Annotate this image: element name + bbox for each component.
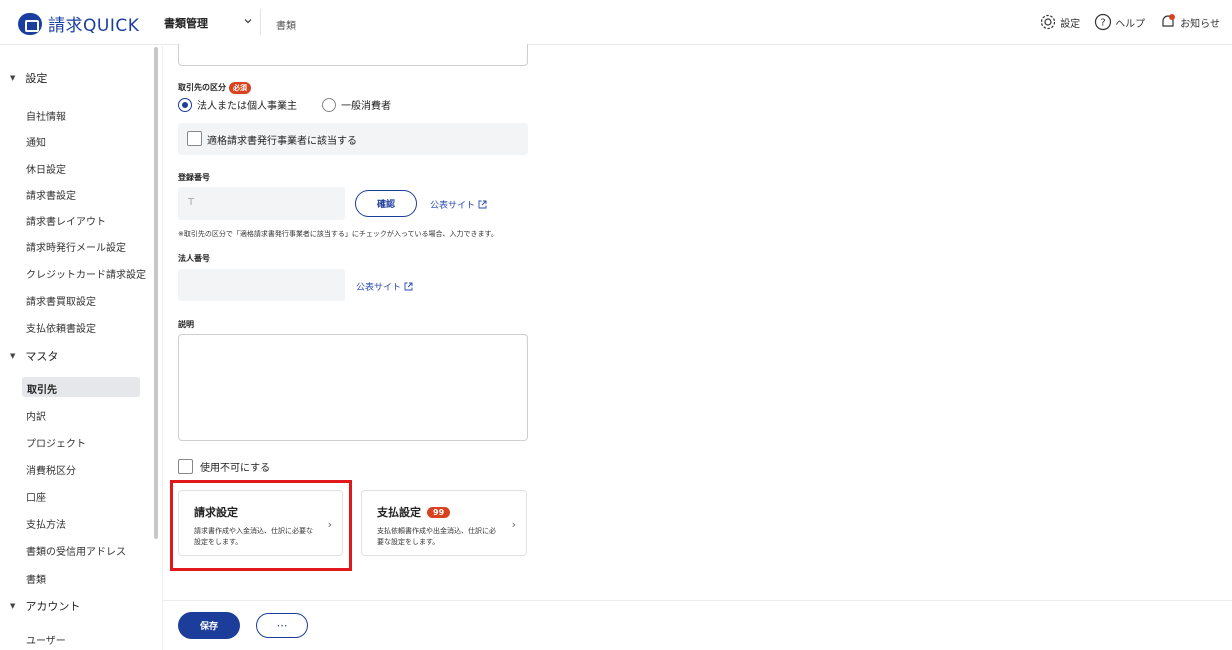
header-actions: 設定 ? ヘルプ お知らせ (1039, 13, 1220, 31)
partner-type-label-text: 取引先の区分 (178, 83, 226, 92)
header-divider (260, 9, 261, 35)
sidebar-item-documents[interactable]: 書類 (26, 571, 46, 586)
breadcrumb[interactable]: 書類 (276, 17, 296, 32)
payment-settings-badge: 99 (427, 506, 451, 518)
payment-settings-title: 支払設定 99 (377, 504, 451, 520)
sidebar-item-payment-request[interactable]: 支払依頼書設定 (26, 320, 96, 335)
sidebar-item-holidays[interactable]: 休日設定 (26, 161, 66, 176)
sidebar-item-users[interactable]: ユーザー (26, 632, 66, 647)
radio-corporate[interactable] (178, 97, 192, 112)
public-site-link-text: 公表サイト (430, 201, 476, 211)
svg-text:?: ? (1101, 18, 1106, 29)
sidebar-item-invoice-settings[interactable]: 請求書設定 (26, 187, 76, 202)
sidebar-item-invoice-email[interactable]: 請求時発行メール設定 (26, 239, 126, 254)
sidebar-section-label: マスタ (25, 350, 59, 363)
sidebar-item-accounts[interactable]: 口座 (26, 489, 46, 504)
notifications-link[interactable]: お知らせ (1159, 13, 1220, 31)
corporate-number-input[interactable] (178, 269, 345, 301)
previous-field-input[interactable] (178, 44, 528, 66)
qualified-issuer-label: 適格請求書発行事業者に該当する (207, 136, 357, 147)
sidebar-section-settings[interactable]: ▼ 設定 (10, 70, 47, 86)
sidebar-section-account[interactable]: ▼ アカウント (10, 598, 80, 614)
chevron-right-icon: › (511, 518, 516, 531)
top-bar: 請求QUICK 書類管理 書類 設定 ? ヘルプ お知らせ (0, 0, 1232, 45)
confirm-button[interactable]: 確認 (355, 190, 417, 217)
sidebar-item-receive-address[interactable]: 書類の受信用アドレス (26, 543, 126, 558)
disable-option: 使用不可にする (178, 459, 270, 474)
registration-number-label: 登録番号 (178, 173, 210, 182)
required-badge: 必須 (229, 82, 251, 94)
public-site-link[interactable]: 公表サイト (430, 198, 487, 211)
payment-settings-title-text: 支払設定 (377, 506, 421, 519)
corporate-number-label: 法人番号 (178, 254, 210, 263)
sidebar-section-master[interactable]: ▼ マスタ (10, 348, 58, 364)
registration-number-input[interactable]: T (178, 187, 345, 220)
sidebar-item-tax-category[interactable]: 消費税区分 (26, 462, 76, 477)
bell-icon (1162, 14, 1176, 27)
radio-consumer[interactable] (322, 97, 336, 112)
help-icon: ? (1095, 13, 1112, 31)
sidebar-item-projects[interactable]: プロジェクト (26, 435, 86, 450)
sidebar-item-invoice-layout[interactable]: 請求書レイアウト (26, 213, 106, 228)
sidebar-item-payment-methods[interactable]: 支払方法 (26, 516, 66, 531)
logo-icon (18, 12, 42, 35)
collapse-triangle-icon: ▼ (10, 602, 16, 610)
payment-settings-description: 支払依頼書作成や出金消込、仕訳に必要な設定をします。 (377, 527, 496, 546)
gear-icon (1041, 14, 1056, 30)
product-menu-label: 書類管理 (164, 17, 208, 30)
external-link-icon (478, 200, 487, 209)
external-link-icon (404, 282, 413, 291)
collapse-triangle-icon: ▼ (10, 352, 16, 360)
sidebar-item-partners[interactable]: 取引先 (22, 377, 140, 397)
help-link[interactable]: ? ヘルプ (1094, 13, 1145, 31)
description-label: 説明 (178, 320, 194, 329)
chevron-down-icon (244, 19, 252, 24)
sidebar-item-notifications[interactable]: 通知 (26, 134, 46, 149)
sidebar-item-credit-card[interactable]: クレジットカード請求設定 (26, 266, 146, 281)
sidebar-section-label: 設定 (25, 72, 48, 85)
settings-label: 設定 (1060, 18, 1081, 30)
sidebar-scrollbar[interactable] (154, 47, 158, 539)
public-site-link-2-text: 公表サイト (356, 283, 402, 293)
product-menu[interactable]: 書類管理 (164, 15, 252, 31)
content-divider (162, 46, 163, 650)
qualified-issuer-box: 適格請求書発行事業者に該当する (178, 123, 528, 155)
highlight-box (170, 480, 352, 571)
qualified-issuer-checkbox[interactable] (187, 131, 202, 146)
help-label: ヘルプ (1115, 18, 1146, 30)
partner-type-radio-group: 法人または個人事業主 一般消費者 (178, 97, 391, 112)
radio-corporate-label: 法人または個人事業主 (197, 101, 297, 112)
registration-note: ※取引先の区分で「適格請求書発行事業者に該当する」にチェックが入っている場合、入… (178, 230, 498, 238)
sidebar-section-label: アカウント (25, 600, 81, 613)
logo-text: 請求QUICK (48, 16, 140, 36)
public-site-link-2[interactable]: 公表サイト (356, 280, 413, 293)
sidebar-item-factoring[interactable]: 請求書買取設定 (26, 293, 96, 308)
settings-link[interactable]: 設定 (1039, 13, 1080, 31)
save-button[interactable]: 保存 (178, 612, 240, 639)
description-textarea[interactable] (178, 334, 528, 441)
disable-label: 使用不可にする (200, 463, 271, 474)
partner-type-label: 取引先の区分 必須 (178, 82, 251, 94)
app-logo[interactable]: 請求QUICK (18, 11, 139, 36)
disable-checkbox[interactable] (178, 459, 193, 474)
payment-settings-card[interactable]: 支払設定 99 支払依頼書作成や出金消込、仕訳に必要な設定をします。 › (361, 490, 527, 556)
sidebar: ▼ 設定 自社情報 通知 休日設定 請求書設定 請求書レイアウト 請求時発行メー… (0, 46, 152, 650)
radio-consumer-label: 一般消費者 (341, 101, 391, 112)
collapse-triangle-icon: ▼ (10, 74, 16, 82)
sidebar-item-breakdown[interactable]: 内訳 (26, 408, 46, 423)
sidebar-item-company-info[interactable]: 自社情報 (26, 108, 66, 123)
footer-divider (162, 600, 1232, 601)
registration-number-placeholder: T (188, 197, 195, 208)
more-options-button[interactable]: ⋯ (256, 613, 308, 638)
notifications-label: お知らせ (1180, 18, 1220, 30)
